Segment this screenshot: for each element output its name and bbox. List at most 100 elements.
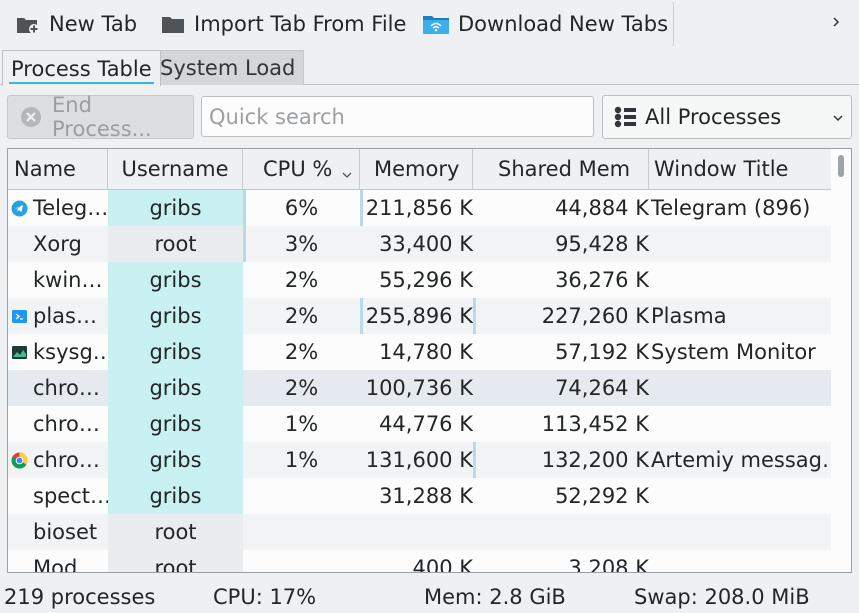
toolbar-overflow-button[interactable] bbox=[826, 8, 846, 40]
cell-name: Mod bbox=[8, 550, 108, 572]
column-header-name[interactable]: Name bbox=[8, 149, 108, 189]
cell-window-title bbox=[651, 514, 831, 550]
table-row[interactable]: Teleg… gribs 6% 211,856 K 44,884 K Telegram (… bbox=[8, 190, 831, 226]
cell-cpu: 2% bbox=[243, 370, 360, 406]
process-filter-value: All Processes bbox=[645, 105, 782, 129]
cell-shared-mem: 113,452 K bbox=[473, 406, 649, 442]
table-row[interactable]: plas… gribs 2% 255,896 K 227,260 K Plasma bbox=[8, 298, 831, 334]
table-row[interactable]: chro… gribs 1% 131,600 K 132,200 K Artemiy me… bbox=[8, 442, 831, 478]
column-header-window-title[interactable]: Window Title bbox=[649, 149, 831, 189]
cell-window-title bbox=[651, 478, 831, 514]
end-process-button[interactable]: End Process... bbox=[7, 93, 194, 141]
status-swap: Swap: 208.0 MiB bbox=[634, 585, 810, 609]
cell-window-title bbox=[651, 262, 831, 298]
cell-memory-text: 400 K bbox=[412, 556, 473, 573]
process-name: chro… bbox=[33, 448, 100, 472]
blank-icon bbox=[11, 416, 28, 433]
cell-name: kwin… bbox=[8, 262, 108, 298]
chevron-down-icon bbox=[831, 108, 845, 132]
table-row[interactable]: kwin… gribs 2% 55,296 K 36,276 K bbox=[8, 262, 831, 298]
table-row[interactable]: chro… gribs 2% 100,736 K 74,264 K bbox=[8, 370, 831, 406]
list-icon bbox=[613, 106, 637, 128]
cell-name: Xorg bbox=[8, 226, 108, 262]
cell-shared-mem: 57,192 K bbox=[473, 334, 649, 370]
process-name: spect… bbox=[33, 484, 108, 508]
table-row[interactable]: bioset root bbox=[8, 514, 831, 550]
tab-bar: Process Table System Load bbox=[0, 48, 859, 86]
cell-window-title bbox=[651, 406, 831, 442]
cell-memory: 33,400 K bbox=[360, 226, 473, 262]
cell-cpu: 1% bbox=[243, 406, 360, 442]
cell-username-text: gribs bbox=[149, 304, 202, 328]
blank-icon bbox=[11, 380, 28, 397]
cell-username: gribs bbox=[108, 262, 243, 298]
new-tab-label: New Tab bbox=[49, 12, 138, 36]
process-name: ksysg… bbox=[33, 340, 108, 364]
cell-username: root bbox=[108, 226, 243, 262]
table-row[interactable]: chro… gribs 1% 44,776 K 113,452 K bbox=[8, 406, 831, 442]
cell-username: gribs bbox=[108, 370, 243, 406]
folder-icon bbox=[160, 13, 186, 35]
vertical-scrollbar[interactable] bbox=[831, 149, 851, 572]
tab-process-table[interactable]: Process Table bbox=[2, 50, 161, 86]
cell-name: ksysg… bbox=[8, 334, 108, 370]
process-table: Name Username CPU % Memory Shared Mem Wi… bbox=[7, 148, 852, 573]
process-filter-select[interactable]: All Processes bbox=[602, 95, 852, 139]
cell-name: chro… bbox=[8, 442, 108, 478]
cpu-usage-bar bbox=[243, 190, 246, 226]
toolbar-separator bbox=[673, 2, 674, 46]
table-row[interactable]: Mod root 400 K 3,208 K bbox=[8, 550, 831, 573]
table-row[interactable]: spect… gribs 31,288 K 52,292 K bbox=[8, 478, 831, 514]
chevron-right-icon bbox=[831, 14, 841, 34]
sort-descending-icon bbox=[341, 162, 353, 186]
cell-shared-mem bbox=[473, 514, 649, 550]
cell-shared-mem-text: 227,260 K bbox=[541, 304, 649, 328]
table-row[interactable]: ksysg… gribs 2% 14,780 K 57,192 K System Moni… bbox=[8, 334, 831, 370]
table-row[interactable]: Xorg root 3% 33,400 K 95,428 K bbox=[8, 226, 831, 262]
cell-memory: 255,896 K bbox=[360, 298, 473, 334]
scrollbar-thumb[interactable] bbox=[838, 155, 844, 177]
table-header: Name Username CPU % Memory Shared Mem Wi… bbox=[8, 149, 831, 190]
cell-shared-mem: 95,428 K bbox=[473, 226, 649, 262]
cell-username-text: gribs bbox=[149, 268, 202, 292]
cell-username: gribs bbox=[108, 298, 243, 334]
system-monitor-window: New Tab Import Tab From File Download Ne… bbox=[0, 0, 859, 613]
cell-memory: 55,296 K bbox=[360, 262, 473, 298]
tab-system-load[interactable]: System Load bbox=[151, 50, 305, 85]
cell-memory-text: 44,776 K bbox=[379, 412, 473, 436]
cell-name: chro… bbox=[8, 370, 108, 406]
process-name: Xorg bbox=[33, 232, 82, 256]
cell-username: gribs bbox=[108, 478, 243, 514]
cell-cpu bbox=[243, 478, 360, 514]
chrome-icon bbox=[11, 451, 28, 469]
cell-window-title bbox=[651, 370, 831, 406]
column-header-shared-mem[interactable]: Shared Mem bbox=[473, 149, 649, 189]
cell-name: spect… bbox=[8, 478, 108, 514]
cell-memory: 400 K bbox=[360, 550, 473, 573]
import-tab-button[interactable]: Import Tab From File bbox=[160, 6, 406, 42]
status-memory: Mem: 2.8 GiB bbox=[424, 585, 566, 609]
download-tabs-label: Download New Tabs bbox=[458, 12, 669, 36]
cell-username: gribs bbox=[108, 442, 243, 478]
cell-shared-mem: 52,292 K bbox=[473, 478, 649, 514]
column-header-memory[interactable]: Memory bbox=[360, 149, 473, 189]
cell-name: chro… bbox=[8, 406, 108, 442]
search-input[interactable] bbox=[201, 96, 594, 137]
shared-memory-usage-bar bbox=[473, 298, 476, 334]
download-tabs-button[interactable]: Download New Tabs bbox=[422, 6, 668, 42]
column-header-cpu-label: CPU % bbox=[263, 157, 333, 181]
column-header-username[interactable]: Username bbox=[108, 149, 243, 189]
blank-icon bbox=[11, 488, 28, 505]
cell-cpu-text: 2% bbox=[284, 376, 319, 400]
column-header-cpu[interactable]: CPU % bbox=[243, 149, 360, 189]
cell-cpu-text: 1% bbox=[284, 448, 319, 472]
new-tab-button[interactable]: New Tab bbox=[15, 6, 137, 42]
cell-cpu: 6% bbox=[243, 190, 360, 226]
cell-shared-mem-text: 3,208 K bbox=[568, 556, 649, 573]
cell-memory-text: 33,400 K bbox=[379, 232, 473, 256]
status-processes: 219 processes bbox=[4, 585, 156, 609]
new-tab-icon bbox=[15, 13, 41, 35]
process-name: bioset bbox=[33, 520, 98, 544]
cell-cpu bbox=[243, 514, 360, 550]
cell-cpu: 2% bbox=[243, 298, 360, 334]
